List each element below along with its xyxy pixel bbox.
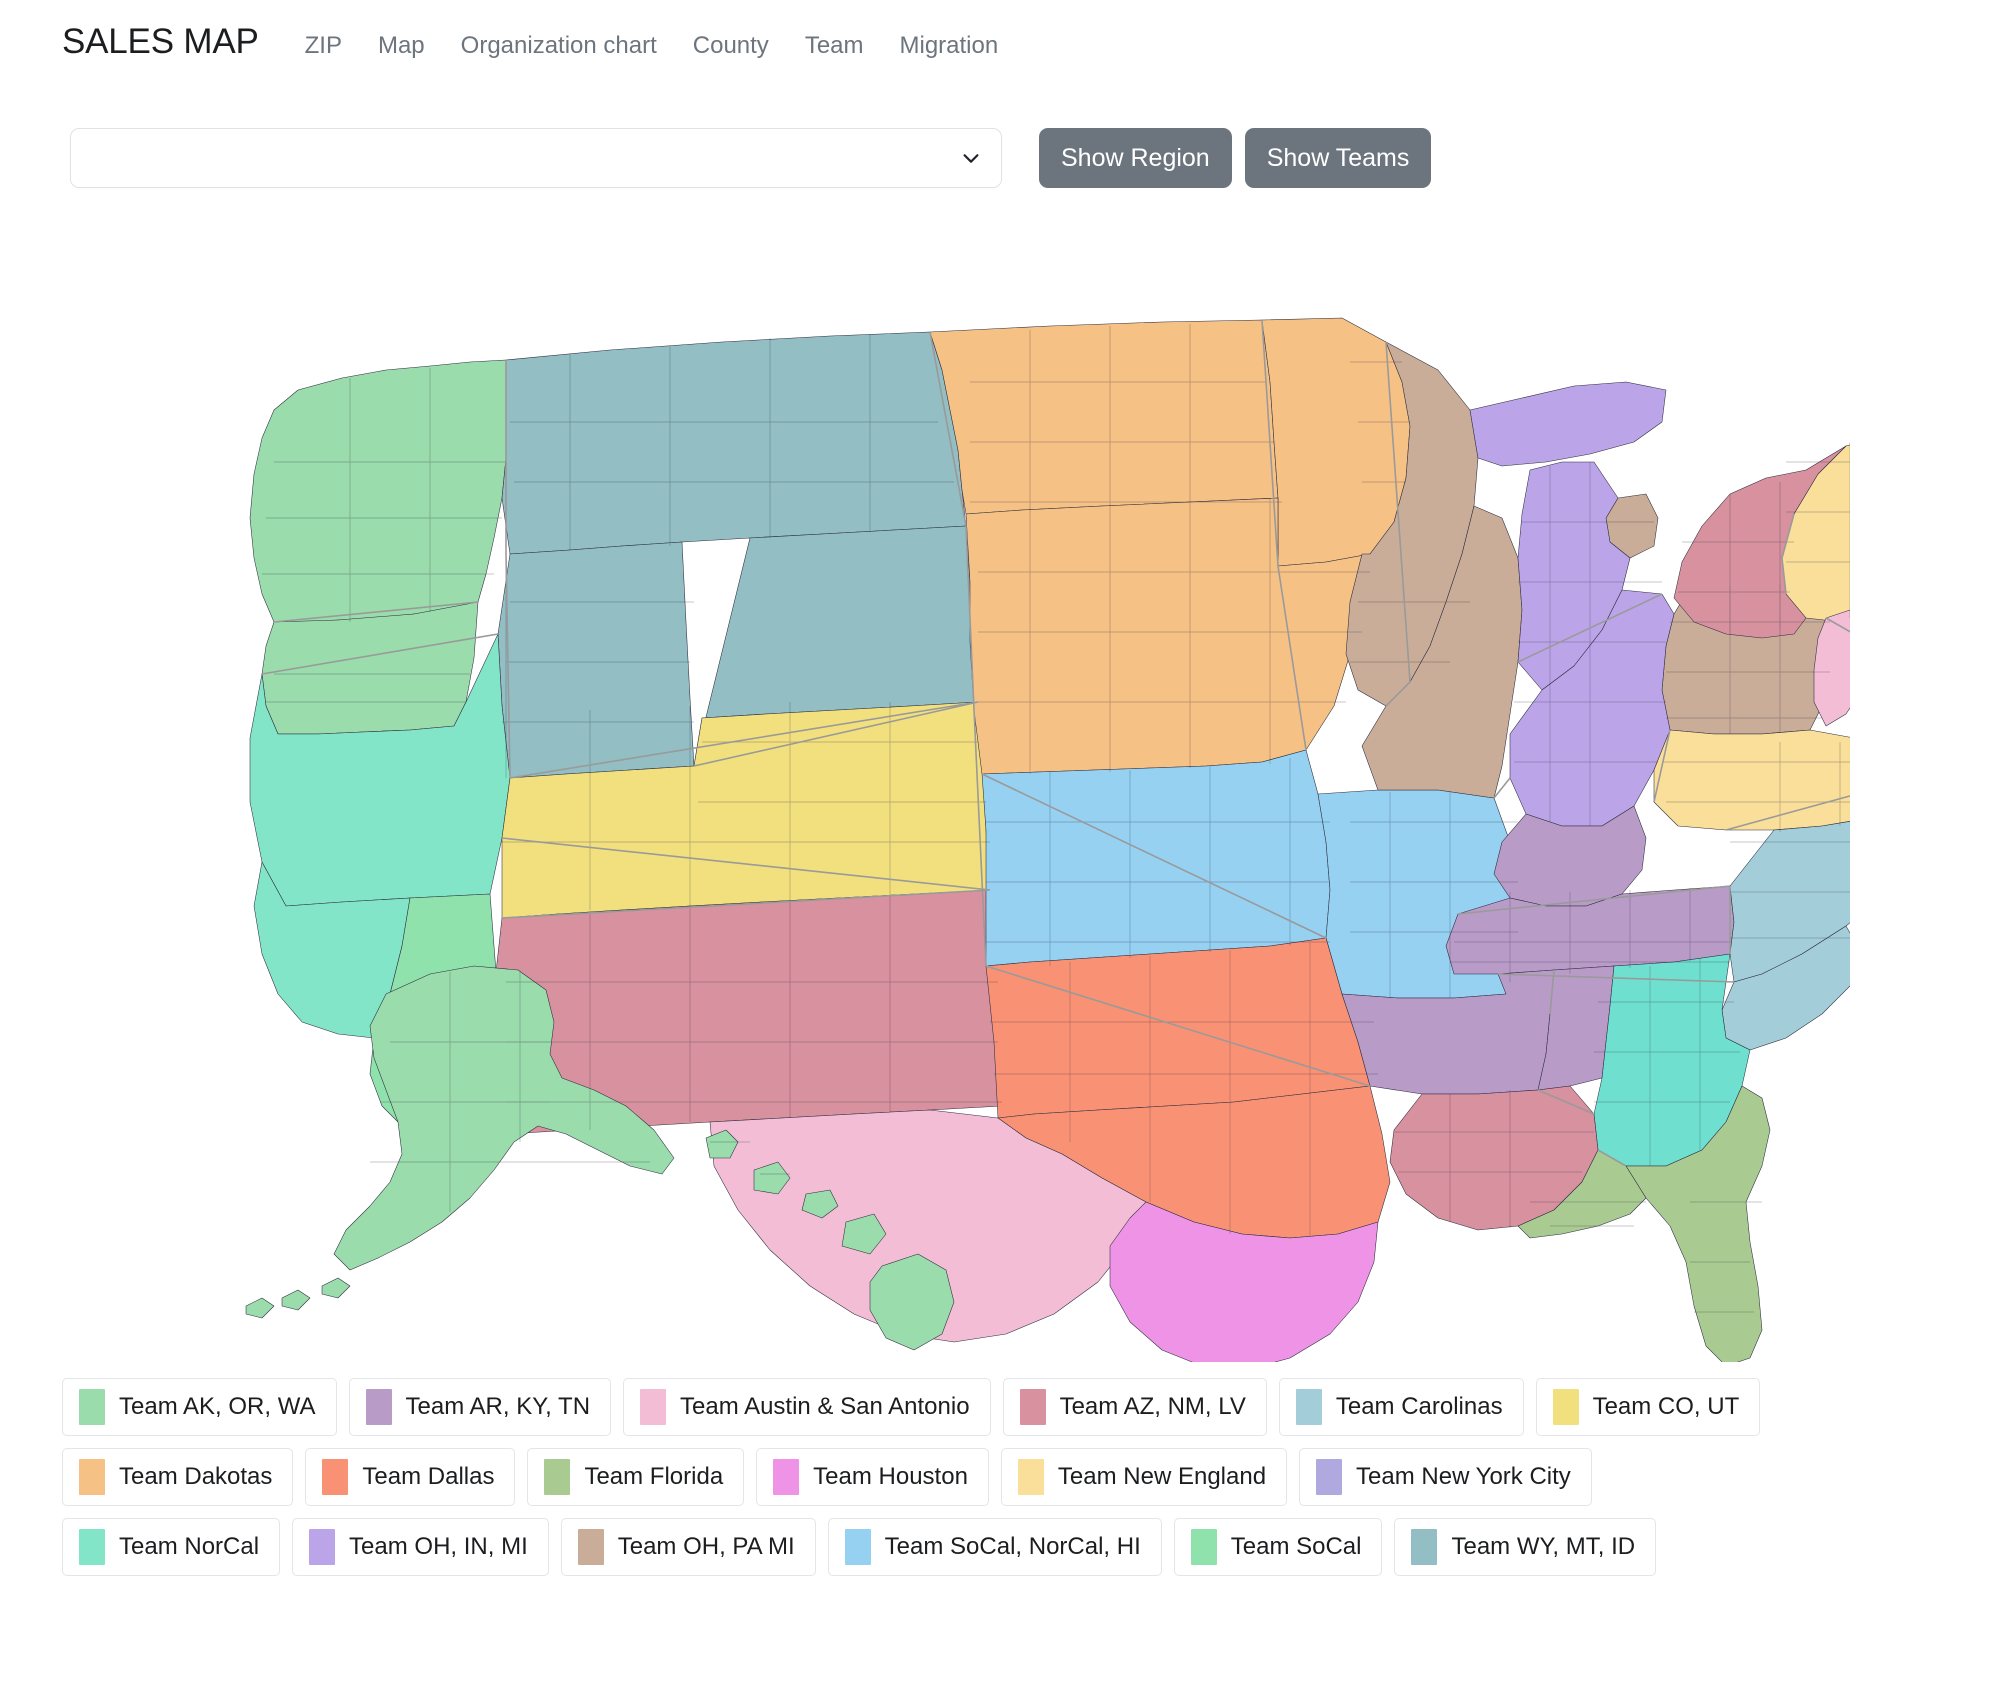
nav-link-zip[interactable]: ZIP [305, 32, 342, 60]
legend-swatch [1552, 1389, 1579, 1425]
legend-swatch [79, 1459, 105, 1495]
region-socal-norcal-hi[interactable] [982, 750, 1330, 966]
legend-swatch [1411, 1529, 1438, 1565]
legend-item-label: Team AZ, NM, LV [1059, 1393, 1246, 1420]
legend-item-label: Team OH, IN, MI [349, 1533, 528, 1560]
legend-item-team-carolinas[interactable]: Team Carolinas [1278, 1378, 1524, 1436]
legend-item-label: Team Florida [584, 1463, 724, 1490]
nav-link-organization-chart[interactable]: Organization chart [461, 32, 657, 60]
legend-swatch [309, 1529, 336, 1565]
legend-swatch [1019, 1389, 1046, 1425]
region-select-wrapper [70, 128, 1002, 188]
legend-item-team-florida[interactable]: Team Florida [527, 1448, 745, 1506]
region-wy-mt-id-south[interactable] [498, 542, 694, 778]
map-container[interactable] [0, 202, 2000, 1372]
legend-item-label: Team NorCal [119, 1533, 260, 1560]
legend-item-label: Team WY, MT, ID [1451, 1533, 1636, 1560]
legend-item-label: Team SoCal, NorCal, HI [884, 1533, 1141, 1560]
region-new-england-va[interactable] [1654, 730, 1850, 830]
brand-title: SALES MAP [62, 22, 259, 61]
legend-swatch [365, 1389, 392, 1425]
legend-item-label: Team Dallas [362, 1463, 495, 1490]
us-territory-map[interactable] [150, 202, 1850, 1362]
legend-item-team-oh-in-mi[interactable]: Team OH, IN, MI [292, 1518, 549, 1576]
legend-row-3: Team NorCal Team OH, IN, MI Team OH, PA … [62, 1518, 1942, 1576]
region-dakotas[interactable] [930, 320, 1278, 514]
legend-item-label: Team New York City [1356, 1463, 1571, 1490]
legend: Team AK, OR, WA Team AR, KY, TN Team Aus… [0, 1378, 2000, 1576]
legend-swatch [1190, 1529, 1217, 1565]
legend-swatch [322, 1459, 349, 1495]
legend-item-label: Team Austin & San Antonio [680, 1393, 970, 1420]
legend-swatch [1017, 1459, 1044, 1495]
legend-item-label: Team Houston [813, 1463, 968, 1490]
legend-item-team-dallas[interactable]: Team Dallas [305, 1448, 516, 1506]
legend-swatch [640, 1389, 667, 1425]
legend-item-label: Team Dakotas [119, 1463, 273, 1490]
legend-swatch [1295, 1389, 1322, 1425]
legend-swatch [79, 1389, 105, 1425]
nav-link-county[interactable]: County [693, 32, 769, 60]
legend-item-team-houston[interactable]: Team Houston [756, 1448, 989, 1506]
legend-item-team-co-ut[interactable]: Team CO, UT [1535, 1378, 1761, 1436]
page-root: SALES MAP ZIP Map Organization chart Cou… [0, 0, 2000, 1708]
legend-item-team-socal[interactable]: Team SoCal [1173, 1518, 1383, 1576]
nav-link-team[interactable]: Team [805, 32, 864, 60]
region-wy-mt-id[interactable] [502, 332, 966, 554]
legend-item-team-ak-or-wa[interactable]: Team AK, OR, WA [62, 1378, 337, 1436]
legend-item-label: Team Carolinas [1335, 1393, 1503, 1420]
navbar: SALES MAP ZIP Map Organization chart Cou… [0, 0, 2000, 76]
legend-item-team-new-england[interactable]: Team New England [1000, 1448, 1288, 1506]
legend-item-label: Team SoCal [1230, 1533, 1362, 1560]
nav-link-migration[interactable]: Migration [900, 32, 999, 60]
region-select[interactable] [70, 128, 1002, 188]
legend-item-label: Team AK, OR, WA [119, 1393, 316, 1420]
legend-row-2: Team Dakotas Team Dallas Team Florida Te… [62, 1448, 1942, 1506]
region-oh-in-mi-up[interactable] [1470, 382, 1666, 466]
legend-item-team-austin-san-antonio[interactable]: Team Austin & San Antonio [623, 1378, 991, 1436]
region-alaska-aleutians[interactable] [246, 1278, 350, 1318]
legend-item-label: Team CO, UT [1592, 1393, 1740, 1420]
legend-item-team-new-york-city[interactable]: Team New York City [1299, 1448, 1592, 1506]
legend-swatch [544, 1459, 571, 1495]
show-region-button[interactable]: Show Region [1039, 128, 1232, 188]
region-ak-or-wa-pacific[interactable] [250, 360, 506, 622]
legend-swatch [1316, 1459, 1343, 1495]
legend-item-team-socal-norcal-hi[interactable]: Team SoCal, NorCal, HI [827, 1518, 1162, 1576]
legend-item-team-norcal[interactable]: Team NorCal [62, 1518, 281, 1576]
legend-swatch [577, 1529, 604, 1565]
nav-link-map[interactable]: Map [378, 32, 425, 60]
legend-item-team-ar-ky-tn[interactable]: Team AR, KY, TN [348, 1378, 612, 1436]
legend-swatch [79, 1529, 105, 1565]
legend-item-team-az-nm-lv[interactable]: Team AZ, NM, LV [1002, 1378, 1267, 1436]
legend-swatch [773, 1459, 800, 1495]
legend-item-label: Team AR, KY, TN [405, 1393, 591, 1420]
map-regions [246, 318, 1850, 1362]
legend-swatch [844, 1529, 871, 1565]
region-dakotas-mn[interactable] [1262, 318, 1410, 566]
legend-item-team-oh-pa-mi[interactable]: Team OH, PA MI [560, 1518, 816, 1576]
controls-bar: Show Region Show Teams [0, 128, 2000, 188]
legend-item-label: Team OH, PA MI [617, 1533, 795, 1560]
legend-item-team-dakotas[interactable]: Team Dakotas [62, 1448, 294, 1506]
legend-item-label: Team New England [1057, 1463, 1267, 1490]
region-dallas[interactable] [986, 938, 1370, 1118]
legend-row-1: Team AK, OR, WA Team AR, KY, TN Team Aus… [62, 1378, 1942, 1436]
show-teams-button[interactable]: Show Teams [1244, 128, 1432, 188]
legend-item-team-wy-mt-id[interactable]: Team WY, MT, ID [1394, 1518, 1657, 1576]
